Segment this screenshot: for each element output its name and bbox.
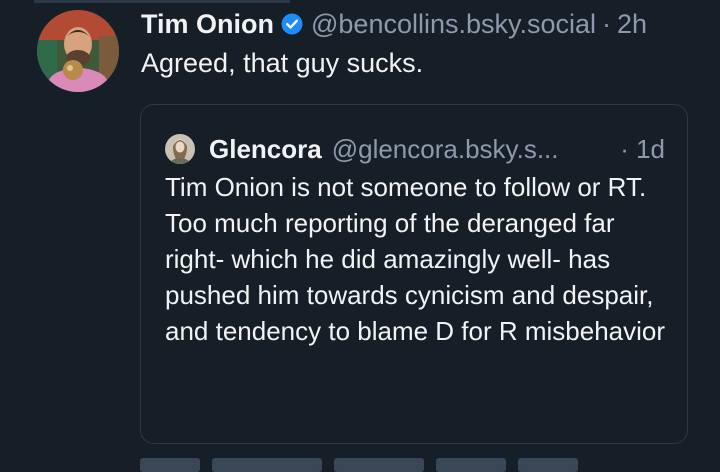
quoted-post-header: Glencora @glencora.bsky.s... · 1d (165, 129, 665, 169)
separator-dot: · (602, 8, 612, 39)
previous-post-divider (34, 0, 290, 3)
quoted-post-timestamp[interactable]: · 1d (620, 134, 665, 165)
quoted-author-handle[interactable]: @glencora.bsky.s... (332, 134, 559, 165)
post-text: Agreed, that guy sucks. (141, 48, 424, 78)
author-avatar[interactable] (37, 10, 119, 92)
post-header: Tim Onion @bencollins.bsky.social · 2h (141, 6, 647, 42)
quoted-post-card[interactable]: Glencora @glencora.bsky.s... · 1d Tim On… (140, 104, 688, 444)
verified-check-icon (281, 13, 303, 35)
next-post-text-cutoff (140, 458, 610, 472)
quoted-author-avatar[interactable] (165, 134, 195, 164)
author-name[interactable]: Tim Onion (141, 9, 274, 40)
quoted-post-text: Tim Onion is not someone to follow or RT… (165, 172, 666, 346)
author-handle[interactable]: @bencollins.bsky.social (311, 9, 596, 40)
post-timestamp[interactable]: 2h (617, 9, 647, 40)
quoted-author-name[interactable]: Glencora (209, 134, 322, 165)
